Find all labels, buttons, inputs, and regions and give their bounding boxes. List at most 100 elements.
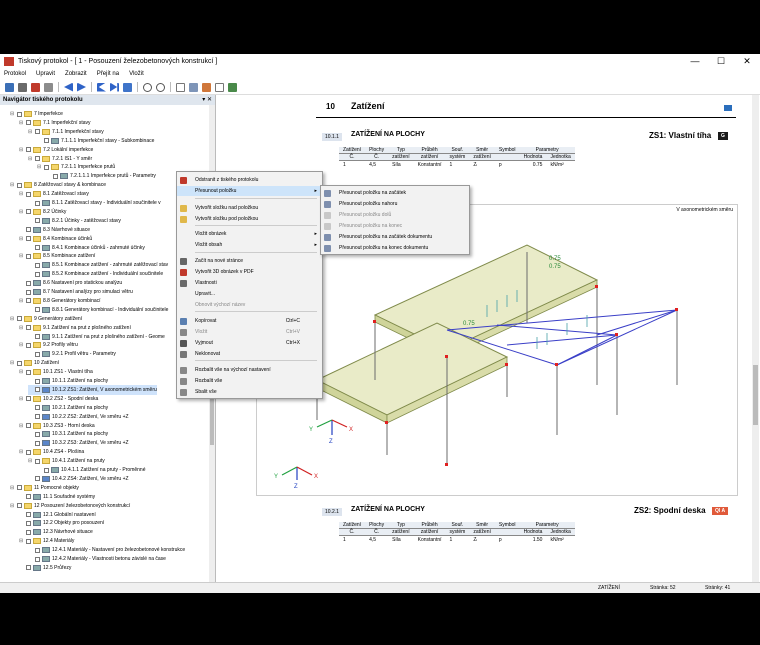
checkbox[interactable] xyxy=(26,449,31,455)
context-menu-item[interactable]: Kopírovat Ctrl+C xyxy=(177,316,322,326)
checkbox[interactable] xyxy=(44,164,49,170)
expand-toggle-icon[interactable]: ⊟ xyxy=(19,449,26,455)
checkbox[interactable] xyxy=(26,227,31,233)
context-menu-item[interactable]: Upravit... xyxy=(177,289,322,299)
checkbox[interactable] xyxy=(26,236,31,242)
checkbox[interactable] xyxy=(35,431,40,437)
zoom-out-icon[interactable] xyxy=(156,82,165,92)
checkbox[interactable] xyxy=(35,245,40,250)
forward-arrow-icon[interactable] xyxy=(77,82,86,92)
checkbox[interactable] xyxy=(26,253,31,259)
settings-icon[interactable] xyxy=(202,82,211,92)
checkbox[interactable] xyxy=(26,369,31,375)
checkbox[interactable] xyxy=(26,423,31,428)
context-menu-item[interactable]: Neklonovat xyxy=(177,349,322,359)
checkbox[interactable] xyxy=(35,334,40,339)
expand-toggle-icon[interactable]: ⊟ xyxy=(10,485,17,491)
open-icon[interactable] xyxy=(5,82,14,92)
context-menu-item[interactable]: Obnovit výchozí název xyxy=(177,300,322,310)
scrollbar-thumb[interactable] xyxy=(753,365,758,425)
minimize-button[interactable]: — xyxy=(682,54,708,68)
expand-toggle-icon[interactable]: ⊟ xyxy=(28,129,35,135)
print-preview-icon[interactable] xyxy=(44,82,53,92)
menu-zobrazit[interactable]: Zobrazit xyxy=(65,71,87,77)
expand-toggle-icon[interactable]: ⊟ xyxy=(19,147,26,153)
checkbox[interactable] xyxy=(35,129,40,135)
checkbox[interactable] xyxy=(35,378,40,384)
checkbox[interactable] xyxy=(17,503,22,509)
checkbox[interactable] xyxy=(26,325,31,331)
expand-toggle-icon[interactable]: ⊟ xyxy=(19,236,26,242)
checkbox[interactable] xyxy=(17,485,22,491)
checkbox[interactable] xyxy=(44,467,49,473)
submenu-item[interactable]: Přesunout položku na konec xyxy=(321,221,469,231)
checkbox[interactable] xyxy=(53,173,58,179)
checkbox[interactable] xyxy=(35,271,40,277)
tree-item[interactable]: 12.5 Průřezy xyxy=(19,563,71,573)
checkbox[interactable] xyxy=(35,218,40,224)
checkbox[interactable] xyxy=(26,120,31,126)
checkbox[interactable] xyxy=(26,298,31,304)
expand-toggle-icon[interactable]: ⊟ xyxy=(19,325,26,331)
expand-toggle-icon[interactable]: ⊟ xyxy=(19,396,26,402)
context-menu-item[interactable]: Přesunout položku ▸ xyxy=(177,186,322,196)
checkbox[interactable] xyxy=(26,565,31,571)
expand-toggle-icon[interactable]: ⊟ xyxy=(19,369,26,375)
context-menu-item[interactable]: Vložit Ctrl+V xyxy=(177,327,322,337)
checkbox[interactable] xyxy=(26,147,31,153)
checkbox[interactable] xyxy=(35,547,40,553)
context-menu-item[interactable]: Začít na nové stránce xyxy=(177,256,322,266)
maximize-button[interactable]: ☐ xyxy=(708,54,734,68)
context-menu-item[interactable]: Sbalit vše xyxy=(177,387,322,397)
checkbox[interactable] xyxy=(35,414,40,420)
checkbox[interactable] xyxy=(35,200,40,206)
expand-toggle-icon[interactable]: ⊟ xyxy=(10,111,17,117)
context-menu-item[interactable]: Rozbalit vše xyxy=(177,376,322,386)
go-to-page-icon[interactable] xyxy=(123,82,132,92)
checkbox[interactable] xyxy=(35,476,40,482)
checkbox[interactable] xyxy=(26,191,31,197)
context-menu-item[interactable]: Vlastnosti xyxy=(177,278,322,288)
menu-prejit-na[interactable]: Přejít na xyxy=(97,71,119,77)
menu-vlozit[interactable]: Vložit xyxy=(129,71,144,77)
context-menu-item[interactable]: Vložit obsah ▸ xyxy=(177,240,322,250)
expand-toggle-icon[interactable]: ⊟ xyxy=(19,538,26,544)
checkbox[interactable] xyxy=(26,538,31,544)
expand-toggle-icon[interactable]: ⊟ xyxy=(10,360,17,366)
checkbox[interactable] xyxy=(35,262,40,268)
expand-toggle-icon[interactable]: ⊟ xyxy=(19,191,26,197)
context-menu-item[interactable]: Vyjmout Ctrl+X xyxy=(177,338,322,348)
checkbox[interactable] xyxy=(17,182,22,188)
checkbox[interactable] xyxy=(17,316,22,322)
checkbox[interactable] xyxy=(26,494,31,500)
submenu-item[interactable]: Přesunout položku na začátek xyxy=(321,188,469,198)
checkbox[interactable] xyxy=(26,529,31,535)
print-icon[interactable] xyxy=(18,82,27,92)
checkbox[interactable] xyxy=(26,520,31,526)
expand-toggle-icon[interactable]: ⊟ xyxy=(19,209,26,215)
submenu-item[interactable]: Přesunout položku na začátek dokumentu xyxy=(321,232,469,242)
submenu-item[interactable]: Přesunout položku na konec dokumentu xyxy=(321,243,469,253)
expand-toggle-icon[interactable]: ⊟ xyxy=(19,342,26,348)
checkbox[interactable] xyxy=(26,280,31,286)
expand-toggle-icon[interactable]: ⊟ xyxy=(19,423,26,429)
checkbox[interactable] xyxy=(35,307,40,313)
checkbox[interactable] xyxy=(17,360,22,366)
checkbox[interactable] xyxy=(17,111,22,117)
layout-icon[interactable] xyxy=(189,82,198,92)
checkbox[interactable] xyxy=(26,396,31,402)
context-menu-item[interactable]: Vytvořit 3D obrázek v PDF xyxy=(177,267,322,277)
checkbox[interactable] xyxy=(35,387,40,393)
expand-toggle-icon[interactable]: ⊟ xyxy=(19,253,26,259)
checkbox[interactable] xyxy=(26,209,31,215)
context-menu-item[interactable]: Rozbalit vše na výchozí nastavení xyxy=(177,365,322,375)
navigator-header-buttons[interactable]: ▾ ✕ xyxy=(202,96,212,103)
checkbox[interactable] xyxy=(35,440,40,446)
checkbox[interactable] xyxy=(35,156,40,161)
context-menu-item[interactable]: Vložit obrázek ▸ xyxy=(177,229,322,239)
checkbox[interactable] xyxy=(26,342,31,348)
expand-toggle-icon[interactable]: ⊟ xyxy=(28,458,35,464)
expand-toggle-icon[interactable]: ⊟ xyxy=(10,182,17,188)
checkbox[interactable] xyxy=(35,556,40,562)
menu-protokol[interactable]: Protokol xyxy=(4,71,26,77)
